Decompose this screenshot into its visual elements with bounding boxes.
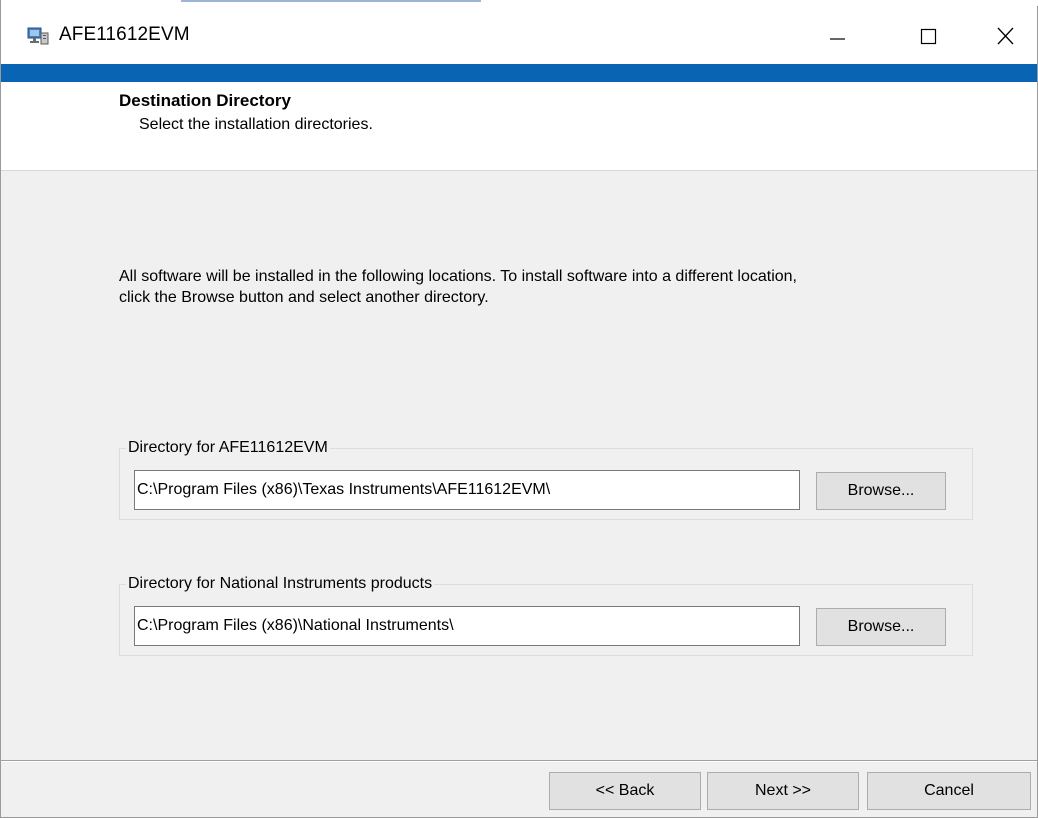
- window-title: AFE11612EVM: [59, 24, 190, 45]
- close-icon: [997, 27, 1014, 45]
- maximize-icon: [920, 28, 937, 45]
- directory-group-afe11612evm: Directory for AFE11612EVM Browse...: [119, 439, 973, 520]
- back-button[interactable]: << Back: [549, 772, 701, 810]
- national-instruments-directory-input[interactable]: [134, 606, 800, 646]
- afe11612evm-directory-input[interactable]: [134, 470, 800, 510]
- page-subtitle: Select the installation directories.: [139, 116, 373, 133]
- minimize-icon: [830, 38, 845, 40]
- footer-divider: [1, 760, 1037, 762]
- maximize-button[interactable]: [899, 6, 959, 64]
- directory-group-label: Directory for National Instruments produ…: [126, 575, 435, 593]
- browse-national-instruments-button[interactable]: Browse...: [816, 608, 946, 646]
- installer-window: AFE11612EVM Destination Directory Select…: [0, 0, 1038, 818]
- header-panel: Destination Directory Select the install…: [1, 82, 1037, 171]
- cancel-button[interactable]: Cancel: [867, 772, 1031, 810]
- close-button[interactable]: [975, 6, 1035, 64]
- directory-group-national-instruments: Directory for National Instruments produ…: [119, 575, 973, 656]
- accent-bar: [1, 64, 1037, 82]
- browse-afe11612evm-button[interactable]: Browse...: [816, 472, 946, 510]
- directory-group-label: Directory for AFE11612EVM: [126, 439, 330, 457]
- minimize-button[interactable]: [807, 6, 867, 64]
- page-title: Destination Directory: [119, 91, 291, 110]
- background-window-strip: [181, 0, 481, 2]
- title-bar[interactable]: AFE11612EVM: [1, 6, 1037, 64]
- installer-monitor-icon: [27, 26, 49, 46]
- install-description: All software will be installed in the fo…: [119, 268, 797, 306]
- next-button[interactable]: Next >>: [707, 772, 859, 810]
